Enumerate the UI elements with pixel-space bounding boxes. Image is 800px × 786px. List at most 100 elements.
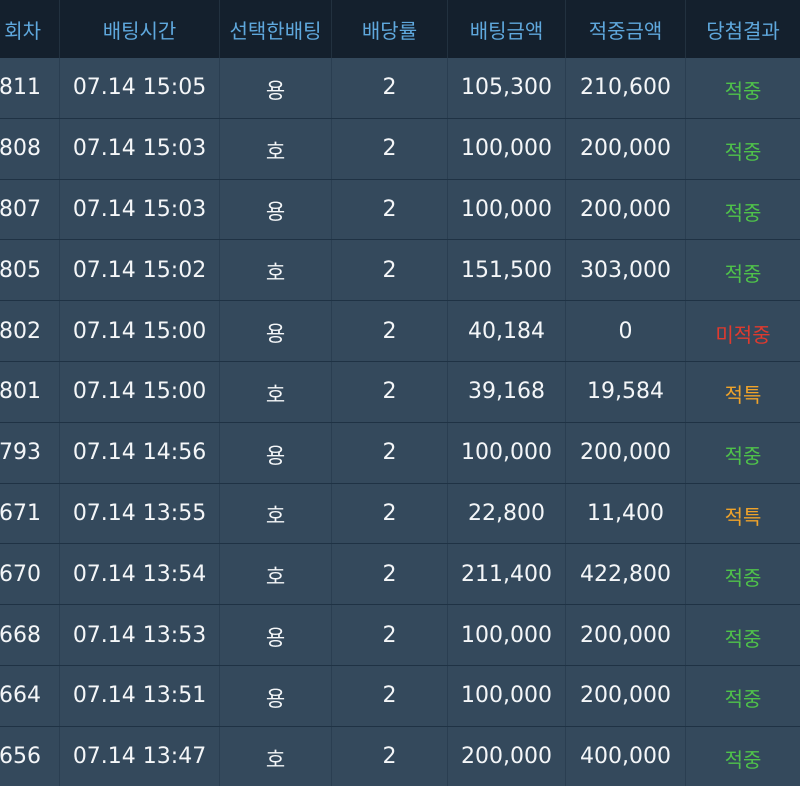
cell-win-amount: 200,000: [566, 179, 686, 240]
cell-win-amount: 19,584: [566, 361, 686, 422]
header-selection[interactable]: 선택한배팅: [220, 0, 332, 58]
cell-bet-amount: 211,400: [448, 544, 566, 605]
table-row[interactable]: 805 07.14 15:02 호 2 151,500 303,000 적중: [0, 240, 800, 302]
cell-round: 668: [0, 605, 60, 665]
cell-odds: 2: [332, 179, 448, 240]
cell-win-amount: 422,800: [566, 544, 686, 605]
cell-round: 801: [0, 361, 60, 422]
table-row[interactable]: 671 07.14 13:55 호 2 22,800 11,400 적특: [0, 483, 800, 545]
cell-result: 적중: [724, 687, 762, 712]
cell-result: 적특: [724, 504, 762, 529]
cell-odds: 2: [332, 361, 448, 422]
cell-win-amount: 210,600: [566, 58, 686, 118]
cell-win-amount: 0: [566, 301, 686, 361]
cell-win-amount: 303,000: [566, 240, 686, 301]
cell-result: 적중: [724, 200, 762, 225]
cell-selection: 호: [220, 361, 332, 422]
cell-round: 805: [0, 240, 60, 301]
cell-odds: 2: [332, 118, 448, 179]
cell-round: 670: [0, 544, 60, 605]
cell-bet-amount: 100,000: [448, 605, 566, 665]
cell-win-amount: 200,000: [566, 422, 686, 483]
cell-selection: 용: [220, 605, 332, 665]
table-row[interactable]: 664 07.14 13:51 용 2 100,000 200,000 적중: [0, 665, 800, 727]
cell-odds: 2: [332, 422, 448, 483]
cell-bet-time: 07.14 15:00: [60, 361, 220, 422]
cell-bet-time: 07.14 13:54: [60, 544, 220, 605]
cell-result: 적중: [724, 140, 762, 165]
cell-result: 적중: [724, 261, 762, 286]
cell-odds: 2: [332, 240, 448, 301]
header-result[interactable]: 당첨결과: [686, 0, 800, 58]
cell-result: 적중: [724, 626, 762, 651]
cell-odds: 2: [332, 544, 448, 605]
cell-result: 적중: [724, 444, 762, 469]
cell-odds: 2: [332, 301, 448, 361]
header-win-amount[interactable]: 적중금액: [566, 0, 686, 58]
cell-selection: 용: [220, 422, 332, 483]
cell-bet-amount: 40,184: [448, 301, 566, 361]
cell-bet-time: 07.14 13:55: [60, 483, 220, 544]
cell-odds: 2: [332, 58, 448, 118]
cell-win-amount: 200,000: [566, 118, 686, 179]
cell-result: 적중: [724, 79, 762, 104]
cell-bet-amount: 100,000: [448, 665, 566, 726]
cell-round: 807: [0, 179, 60, 240]
cell-round: 656: [0, 726, 60, 786]
cell-selection: 용: [220, 58, 332, 118]
cell-bet-amount: 100,000: [448, 118, 566, 179]
header-odds[interactable]: 배당률: [332, 0, 448, 58]
cell-selection: 용: [220, 665, 332, 726]
header-bet-time[interactable]: 배팅시간: [60, 0, 220, 58]
cell-bet-amount: 151,500: [448, 240, 566, 301]
cell-bet-time: 07.14 15:03: [60, 179, 220, 240]
table-row[interactable]: 808 07.14 15:03 호 2 100,000 200,000 적중: [0, 118, 800, 180]
cell-round: 811: [0, 58, 60, 118]
table-row[interactable]: 802 07.14 15:00 용 2 40,184 0 미적중: [0, 301, 800, 362]
cell-bet-time: 07.14 15:05: [60, 58, 220, 118]
cell-result: 적중: [724, 748, 762, 773]
cell-bet-time: 07.14 15:03: [60, 118, 220, 179]
cell-selection: 호: [220, 118, 332, 179]
cell-round: 793: [0, 422, 60, 483]
cell-bet-time: 07.14 13:47: [60, 726, 220, 786]
cell-bet-time: 07.14 13:51: [60, 665, 220, 726]
table-row[interactable]: 670 07.14 13:54 호 2 211,400 422,800 적중: [0, 544, 800, 606]
cell-odds: 2: [332, 605, 448, 665]
table-row[interactable]: 801 07.14 15:00 호 2 39,168 19,584 적특: [0, 361, 800, 423]
cell-win-amount: 11,400: [566, 483, 686, 544]
cell-result: 미적중: [715, 322, 771, 347]
cell-round: 802: [0, 301, 60, 361]
cell-win-amount: 200,000: [566, 605, 686, 665]
cell-selection: 호: [220, 544, 332, 605]
cell-selection: 호: [220, 483, 332, 544]
table-header: 회차 배팅시간 선택한배팅 배당률 배팅금액 적중금액 당첨결과: [0, 0, 800, 58]
cell-selection: 용: [220, 179, 332, 240]
table-row[interactable]: 656 07.14 13:47 호 2 200,000 400,000 적중: [0, 726, 800, 786]
cell-round: 671: [0, 483, 60, 544]
cell-bet-time: 07.14 14:56: [60, 422, 220, 483]
cell-bet-amount: 200,000: [448, 726, 566, 786]
cell-selection: 호: [220, 726, 332, 786]
cell-bet-time: 07.14 15:00: [60, 301, 220, 361]
cell-result: 적중: [724, 565, 762, 590]
cell-selection: 용: [220, 301, 332, 361]
cell-bet-amount: 39,168: [448, 361, 566, 422]
table-row[interactable]: 807 07.14 15:03 용 2 100,000 200,000 적중: [0, 179, 800, 241]
table-row[interactable]: 793 07.14 14:56 용 2 100,000 200,000 적중: [0, 422, 800, 484]
header-bet-amount[interactable]: 배팅금액: [448, 0, 566, 58]
cell-odds: 2: [332, 665, 448, 726]
betting-history-table: 회차 배팅시간 선택한배팅 배당률 배팅금액 적중금액 당첨결과 811 07.1…: [0, 0, 800, 786]
table-row[interactable]: 668 07.14 13:53 용 2 100,000 200,000 적중: [0, 605, 800, 666]
cell-round: 808: [0, 118, 60, 179]
cell-odds: 2: [332, 483, 448, 544]
cell-bet-amount: 22,800: [448, 483, 566, 544]
header-round[interactable]: 회차: [0, 0, 60, 58]
cell-odds: 2: [332, 726, 448, 786]
cell-selection: 호: [220, 240, 332, 301]
cell-round: 664: [0, 665, 60, 726]
table-row[interactable]: 811 07.14 15:05 용 2 105,300 210,600 적중: [0, 58, 800, 119]
table-body: 811 07.14 15:05 용 2 105,300 210,600 적중 808 07.14…: [0, 58, 800, 786]
cell-win-amount: 200,000: [566, 665, 686, 726]
cell-result: 적특: [724, 383, 762, 408]
